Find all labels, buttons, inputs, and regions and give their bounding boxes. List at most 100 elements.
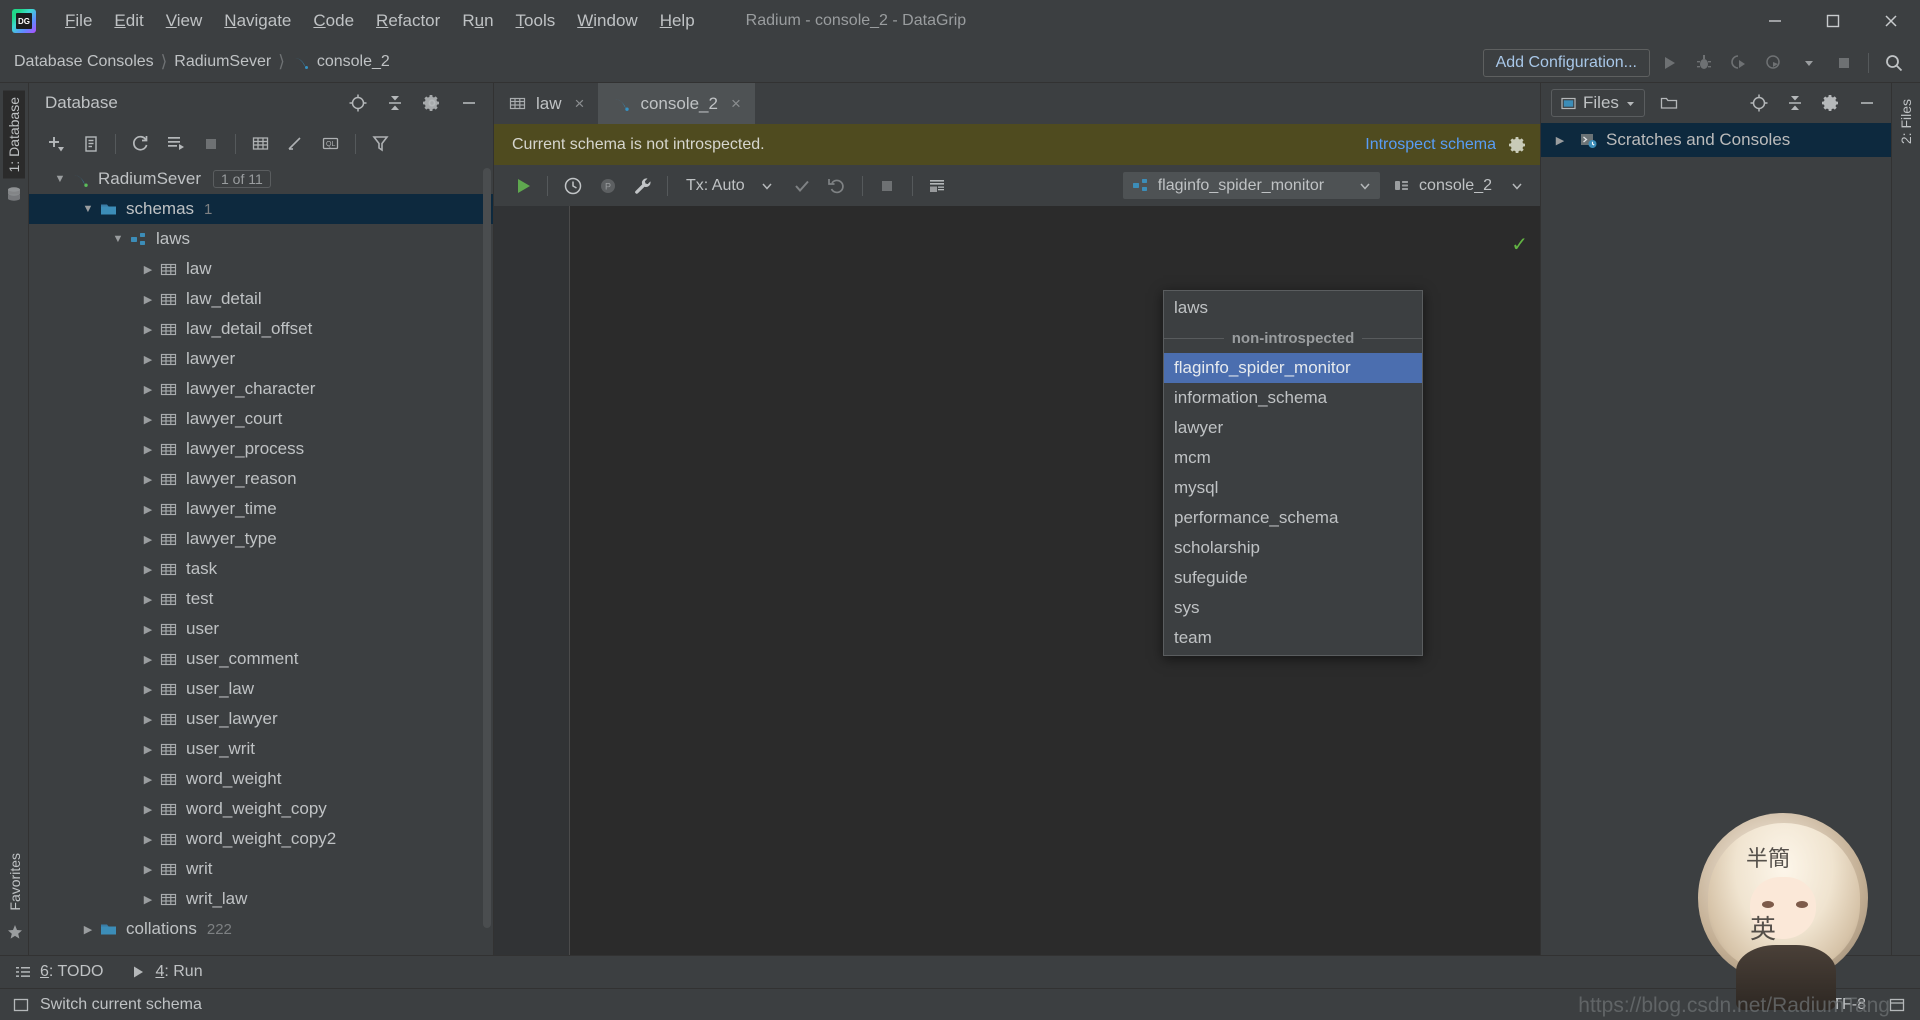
chevron-down-icon[interactable] — [751, 169, 784, 202]
tree-row-table[interactable]: task — [29, 554, 493, 584]
copy-icon[interactable] — [74, 127, 107, 160]
tx-mode-label[interactable]: Tx: Auto — [686, 177, 745, 195]
hide-panel-icon[interactable] — [1850, 87, 1883, 120]
expand-arrow[interactable] — [137, 683, 159, 696]
close-button[interactable] — [1862, 0, 1920, 42]
tree-row-table[interactable]: lawyer_court — [29, 404, 493, 434]
expand-arrow[interactable] — [137, 383, 159, 396]
stop-icon[interactable] — [1827, 46, 1860, 79]
locate-icon[interactable] — [341, 87, 374, 120]
dropdown-item-scholarship[interactable]: scholarship — [1164, 533, 1422, 563]
tab-console2[interactable]: console_2 × — [598, 83, 755, 124]
introspect-schema-link[interactable]: Introspect schema — [1365, 136, 1496, 154]
tab-law[interactable]: law × — [494, 83, 598, 124]
tree-row-collations[interactable]: collations 222 — [29, 914, 493, 944]
debug-icon[interactable] — [1687, 46, 1720, 79]
tree-row-laws[interactable]: laws — [29, 224, 493, 254]
breadcrumb-database-consoles[interactable]: Database Consoles — [14, 53, 154, 71]
sidebar-tab-favorites[interactable]: Favorites — [4, 847, 26, 917]
schema-dropdown-popup[interactable]: laws non-introspected flaginfo_spider_moni… — [1163, 290, 1423, 656]
tree-row-table[interactable]: lawyer_reason — [29, 464, 493, 494]
menu-file[interactable]: File — [54, 7, 103, 35]
tree-row-table[interactable]: user — [29, 614, 493, 644]
run-icon[interactable] — [1652, 46, 1685, 79]
tree-row-table[interactable]: lawyer_type — [29, 524, 493, 554]
sync-schemas-icon[interactable] — [159, 127, 192, 160]
expand-arrow[interactable] — [137, 263, 159, 276]
dropdown-item-mcm[interactable]: mcm — [1164, 443, 1422, 473]
tree-row-table[interactable]: lawyer_process — [29, 434, 493, 464]
expand-arrow[interactable] — [137, 863, 159, 876]
tree-row-schemas[interactable]: schemas 1 — [29, 194, 493, 224]
menu-edit[interactable]: Edit — [103, 7, 154, 35]
menu-refactor[interactable]: Refactor — [365, 7, 451, 35]
sidebar-tab-database[interactable]: 1: Database — [3, 91, 25, 179]
expand-arrow[interactable] — [137, 713, 159, 726]
rollback-icon[interactable] — [821, 169, 854, 202]
profile-dropdown-icon[interactable] — [1792, 46, 1825, 79]
expand-arrow[interactable] — [137, 893, 159, 906]
expand-arrow[interactable] — [137, 473, 159, 486]
refresh-icon[interactable] — [124, 127, 157, 160]
tree-row-table[interactable]: lawyer — [29, 344, 493, 374]
tree-row-table[interactable]: word_weight_copy — [29, 794, 493, 824]
expand-arrow[interactable] — [137, 833, 159, 846]
tree-row-table[interactable]: user_comment — [29, 644, 493, 674]
session-selector[interactable]: console_2 — [1384, 172, 1532, 199]
tab-law-close-icon[interactable]: × — [575, 94, 585, 114]
run-with-coverage-icon[interactable] — [1722, 46, 1755, 79]
open-folder-icon[interactable] — [1653, 87, 1686, 120]
parameters-icon[interactable]: P — [591, 169, 624, 202]
expand-arrow[interactable] — [137, 653, 159, 666]
expand-arrow[interactable] — [107, 233, 129, 245]
dropdown-item-team[interactable]: team — [1164, 623, 1422, 653]
minimize-button[interactable] — [1746, 0, 1804, 42]
files-tab[interactable]: Files — [1551, 89, 1645, 117]
expand-arrow[interactable] — [137, 773, 159, 786]
stop-refresh-icon[interactable] — [194, 127, 227, 160]
collapse-all-icon[interactable] — [378, 87, 411, 120]
expand-arrow[interactable] — [137, 563, 159, 576]
expand-arrow[interactable] — [137, 503, 159, 516]
menu-view[interactable]: View — [155, 7, 214, 35]
tree-row-table[interactable]: word_weight_copy2 — [29, 824, 493, 854]
tree-row-table[interactable]: word_weight — [29, 764, 493, 794]
dropdown-item-information-schema[interactable]: information_schema — [1164, 383, 1422, 413]
edit-icon[interactable] — [279, 127, 312, 160]
hide-panel-icon[interactable] — [452, 87, 485, 120]
menu-tools[interactable]: Tools — [505, 7, 567, 35]
tree-row-table[interactable]: user_lawyer — [29, 704, 493, 734]
profile-icon[interactable] — [1757, 46, 1790, 79]
expand-arrow[interactable] — [137, 293, 159, 306]
tree-row-table[interactable]: writ — [29, 854, 493, 884]
sidebar-tab-files[interactable]: 2: Files — [1895, 93, 1917, 150]
settings-gear-icon[interactable] — [415, 87, 448, 120]
menu-run[interactable]: Run — [451, 7, 504, 35]
search-everywhere-icon[interactable] — [1877, 46, 1910, 79]
filter-icon[interactable] — [364, 127, 397, 160]
dropdown-item-lawyer[interactable]: lawyer — [1164, 413, 1422, 443]
locate-icon[interactable] — [1742, 87, 1775, 120]
dropdown-item-sys[interactable]: sys — [1164, 593, 1422, 623]
expand-arrow[interactable] — [137, 443, 159, 456]
query-console-icon[interactable]: QL — [314, 127, 347, 160]
menu-code[interactable]: Code — [302, 7, 365, 35]
menu-help[interactable]: Help — [649, 7, 706, 35]
menu-window[interactable]: Window — [566, 7, 648, 35]
maximize-button[interactable] — [1804, 0, 1862, 42]
expand-arrow[interactable] — [137, 413, 159, 426]
execute-icon[interactable] — [506, 169, 539, 202]
dropdown-item-introspected[interactable]: laws — [1164, 293, 1422, 323]
expand-arrow[interactable] — [137, 533, 159, 546]
dropdown-item-sufeguide[interactable]: sufeguide — [1164, 563, 1422, 593]
tree-row-radiumsever[interactable]: RadiumSever 1 of 11 — [29, 164, 493, 194]
tree-row-table[interactable]: user_law — [29, 674, 493, 704]
settings-gear-icon[interactable] — [1814, 87, 1847, 120]
tree-row-table[interactable]: user_writ — [29, 734, 493, 764]
clock-icon[interactable] — [556, 169, 589, 202]
tree-row-table[interactable]: law_detail — [29, 284, 493, 314]
tree-scrollbar-thumb[interactable] — [483, 168, 491, 928]
expand-arrow[interactable] — [137, 323, 159, 336]
dropdown-item-mysql[interactable]: mysql — [1164, 473, 1422, 503]
expand-arrow[interactable] — [1549, 134, 1571, 147]
